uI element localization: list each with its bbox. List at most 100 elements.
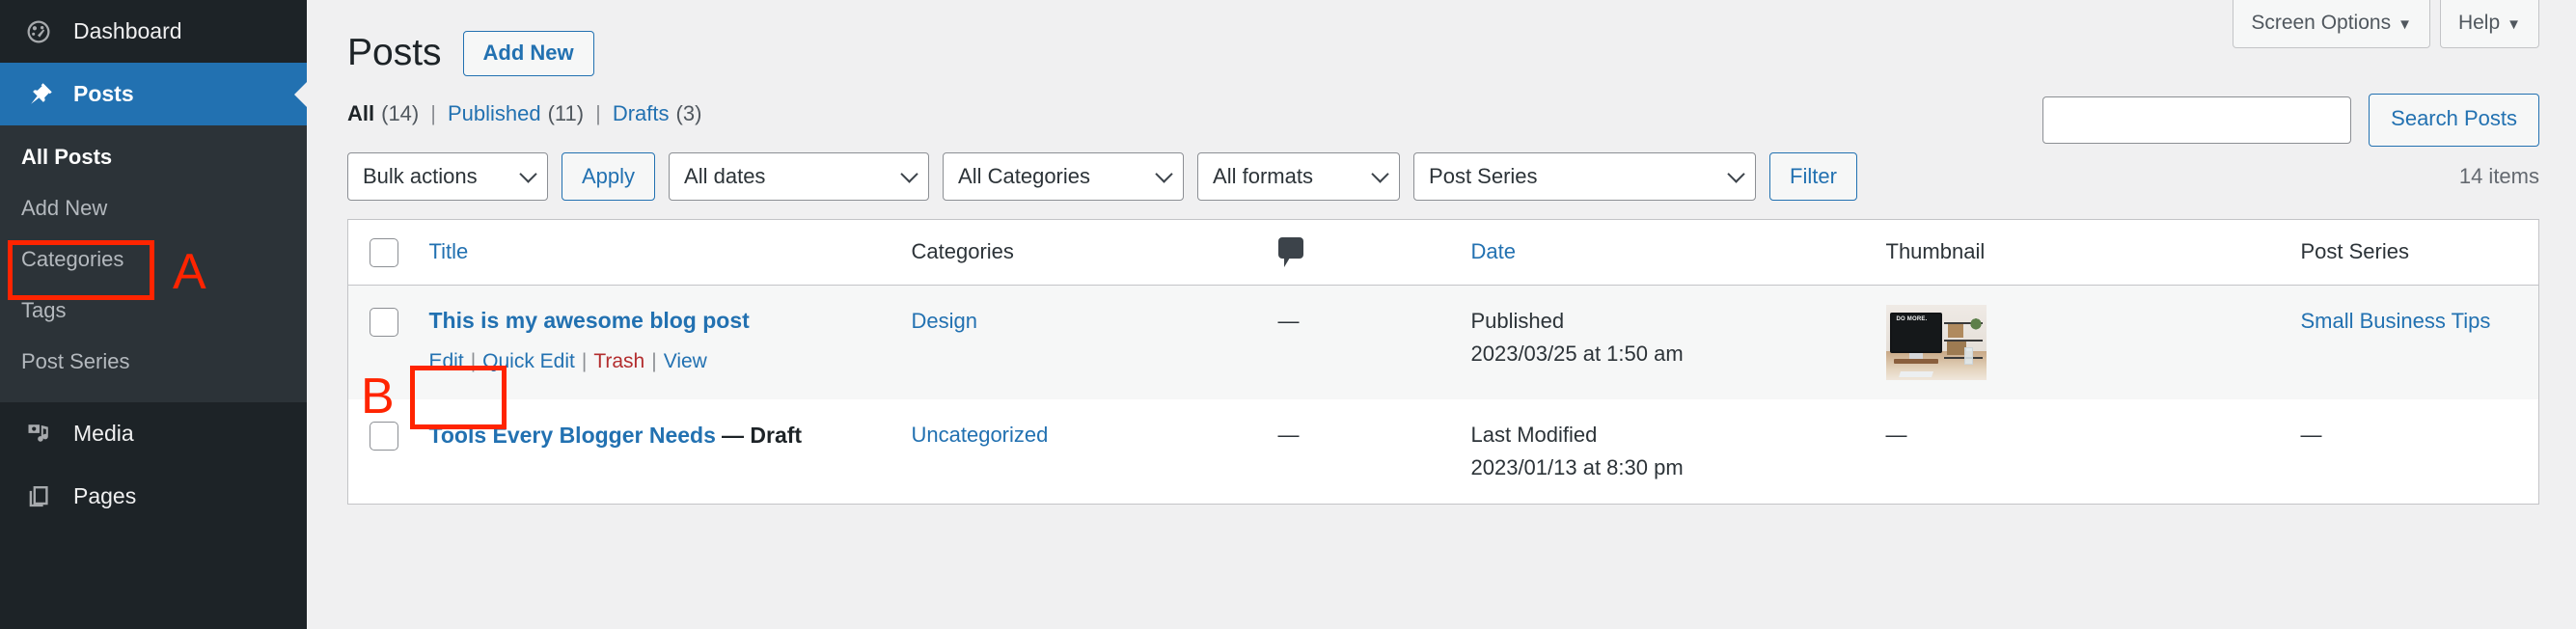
category-filter-select[interactable]: All Categories <box>943 151 1185 201</box>
row-action-separator: | <box>581 349 588 372</box>
row-action-view[interactable]: View <box>664 350 707 372</box>
sidebar-item-post-series[interactable]: Post Series <box>0 336 307 387</box>
row-date-cell: Published 2023/03/25 at 1:50 am <box>1455 285 1871 399</box>
category-filter-value: All Categories <box>958 163 1090 188</box>
main-content: Screen Options ▼ Help ▼ Posts Add New Sear… <box>307 0 2576 629</box>
sidebar-item-label: Media <box>73 421 134 446</box>
filter-published-label[interactable]: Published <box>448 101 541 126</box>
chevron-down-icon <box>1371 164 1389 183</box>
row-checkbox[interactable] <box>370 422 398 451</box>
row-thumbnail-cell: — <box>1870 398 2286 505</box>
column-date[interactable]: Date <box>1455 219 1871 286</box>
column-thumbnail: Thumbnail <box>1870 219 2286 286</box>
wordpress-admin-screen: Dashboard Posts All Posts Add New Catego… <box>0 0 2576 629</box>
filter-all-count: (14) <box>381 100 420 125</box>
row-action-edit[interactable]: Edit <box>429 350 464 372</box>
filter-all[interactable]: All (14) <box>347 101 419 126</box>
search-input[interactable] <box>2042 96 2352 144</box>
apply-button[interactable]: Apply <box>562 151 656 201</box>
bulk-actions-select[interactable]: Bulk actions <box>347 151 548 201</box>
column-thumbnail-label: Thumbnail <box>1885 238 1986 263</box>
filter-button[interactable]: Filter <box>1769 151 1857 201</box>
row-comments-cell: — <box>1262 398 1456 505</box>
posts-table-head: Title Categories Date Thumbnail Post Ser… <box>347 219 2539 286</box>
pin-icon <box>21 81 56 108</box>
sidebar-item-pages[interactable]: Pages <box>0 465 307 528</box>
help-button[interactable]: Help ▼ <box>2439 0 2539 49</box>
sidebar-item-media[interactable]: Media <box>0 402 307 465</box>
table-navigation-top: Bulk actions Apply All dates All Categor… <box>347 150 2539 204</box>
date-filter-select[interactable]: All dates <box>669 151 930 201</box>
screen-options-label: Screen Options <box>2251 12 2392 34</box>
chevron-down-icon <box>519 164 537 183</box>
search-box: Search Posts <box>2042 94 2539 147</box>
page-title: Posts Add New <box>347 0 2539 78</box>
filter-published-count: (11) <box>547 100 585 125</box>
category-link[interactable]: Uncategorized <box>912 423 1049 447</box>
row-action-trash[interactable]: Trash <box>593 350 644 372</box>
post-date-value: 2023/01/13 at 8:30 pm <box>1470 454 1684 479</box>
filter-all-label[interactable]: All <box>347 101 374 126</box>
date-filter-value: All dates <box>684 163 766 188</box>
category-link[interactable]: Design <box>912 309 977 333</box>
pages-icon <box>21 483 56 510</box>
chevron-down-icon <box>1727 164 1745 183</box>
column-categories-label: Categories <box>911 238 1014 263</box>
row-post-series-cell: — <box>2285 398 2539 505</box>
row-thumbnail-cell: DO MORE. <box>1870 285 2286 399</box>
filter-drafts[interactable]: Drafts (3) <box>613 101 702 126</box>
table-row: This is my awesome blog post Edit | Quick … <box>347 285 2539 399</box>
filter-drafts-label[interactable]: Drafts <box>613 101 670 126</box>
sidebar-item-dashboard[interactable]: Dashboard <box>0 0 307 63</box>
filter-divider: | <box>430 100 436 125</box>
column-title[interactable]: Title <box>413 219 896 286</box>
row-actions: Edit | Quick Edit | Trash | View <box>429 346 881 378</box>
comment-bubble-icon <box>1277 236 1303 267</box>
shelf-decor <box>1943 311 1983 370</box>
add-new-button[interactable]: Add New <box>462 30 594 77</box>
sidebar-item-all-posts[interactable]: All Posts <box>0 131 307 182</box>
row-categories-cell: Design <box>895 285 1263 399</box>
format-filter-select[interactable]: All formats <box>1197 151 1401 201</box>
screen-options-button[interactable]: Screen Options ▼ <box>2233 0 2430 49</box>
column-title-label[interactable]: Title <box>429 239 469 263</box>
post-series-filter-value: Post Series <box>1429 163 1538 188</box>
post-series-filter-select[interactable]: Post Series <box>1413 151 1757 201</box>
row-categories-cell: Uncategorized <box>895 398 1263 505</box>
column-post-series: Post Series <box>2285 219 2539 286</box>
sidebar-item-posts[interactable]: Posts <box>0 63 308 125</box>
column-post-series-label: Post Series <box>2300 238 2410 263</box>
displaying-num: 14 items <box>2458 163 2539 188</box>
select-all-checkbox[interactable] <box>370 237 398 267</box>
monitor-screen-text: DO MORE. <box>1896 315 1928 322</box>
post-title-link[interactable]: This is my awesome blog post <box>429 308 750 333</box>
posts-table-body: This is my awesome blog post Edit | Quick … <box>347 285 2539 505</box>
search-submit-button[interactable]: Search Posts <box>2369 94 2539 147</box>
column-comments[interactable] <box>1262 219 1456 286</box>
row-checkbox[interactable] <box>370 308 398 338</box>
sidebar-item-label: Dashboard <box>73 18 182 43</box>
sidebar-item-categories[interactable]: Categories <box>0 233 307 285</box>
sidebar-item-label: Posts <box>73 81 134 106</box>
posts-table: Title Categories Date Thumbnail Post Ser… <box>347 218 2539 506</box>
post-title-link[interactable]: Tools Every Blogger Needs <box>429 423 716 448</box>
chevron-down-icon: ▼ <box>2507 16 2521 33</box>
row-action-quick-edit[interactable]: Quick Edit <box>482 350 575 372</box>
chevron-down-icon <box>1155 164 1173 183</box>
row-comments-cell: — <box>1262 285 1456 399</box>
screen-meta-links: Screen Options ▼ Help ▼ <box>2233 0 2539 49</box>
filter-divider: | <box>595 100 601 125</box>
column-date-label[interactable]: Date <box>1471 239 1516 263</box>
filter-published[interactable]: Published (11) <box>448 101 584 126</box>
chevron-down-icon <box>900 164 918 183</box>
page-title-text: Posts <box>347 32 442 73</box>
table-row: Tools Every Blogger Needs — Draft Uncate… <box>347 398 2539 505</box>
sidebar-item-tags[interactable]: Tags <box>0 285 307 336</box>
post-date-status: Published <box>1470 308 1565 333</box>
sidebar-item-add-new[interactable]: Add New <box>0 182 307 233</box>
post-series-link[interactable]: Small Business Tips <box>2301 309 2491 333</box>
post-thumbnail-image: DO MORE. <box>1885 304 1987 380</box>
admin-sidebar: Dashboard Posts All Posts Add New Catego… <box>0 0 308 629</box>
row-checkbox-cell <box>347 285 414 399</box>
media-icon <box>21 421 56 448</box>
